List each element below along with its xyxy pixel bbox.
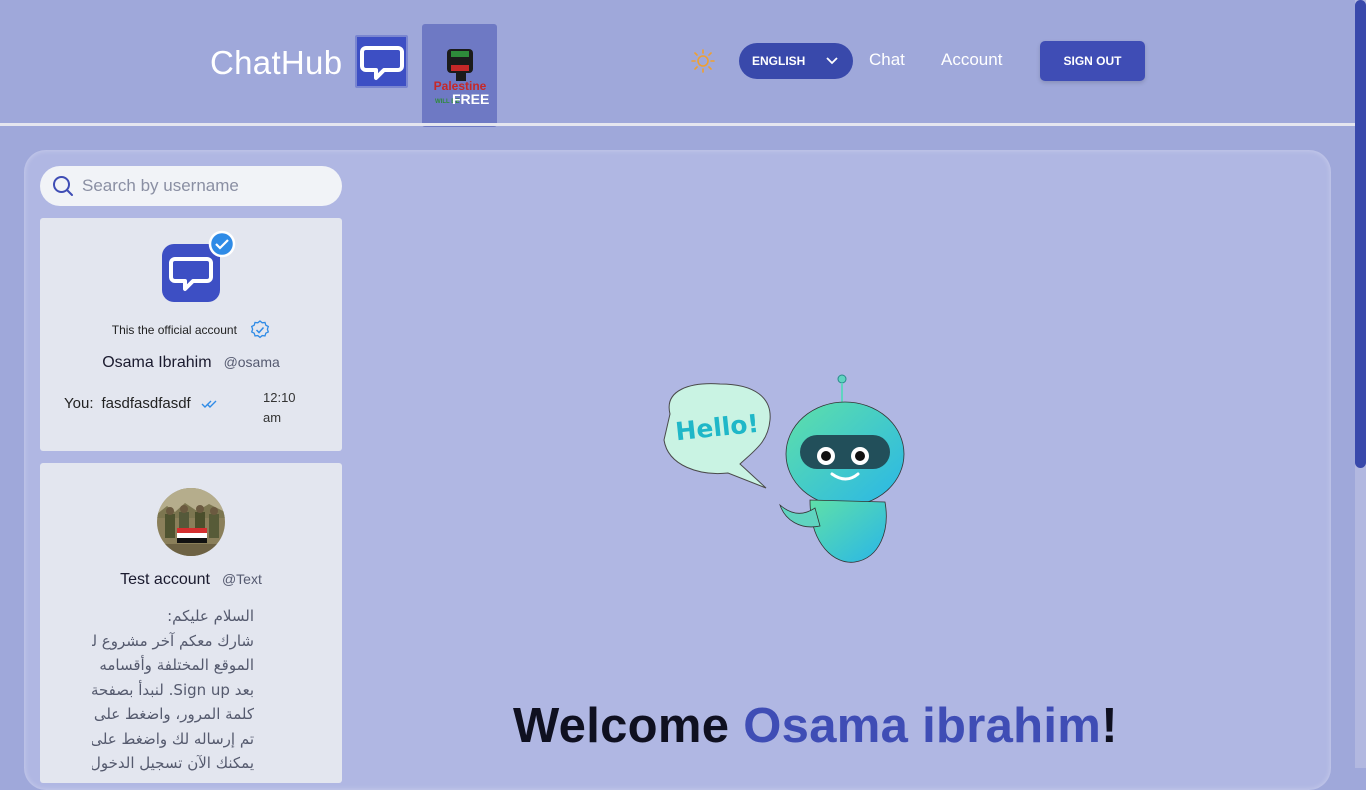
- chat-list-item[interactable]: Test account @Text السلام عليكم: شارك معك…: [40, 463, 342, 783]
- last-message-preview: السلام عليكم: شارك معكم آخر مشروع لي الم…: [92, 604, 254, 774]
- message-line: الموقع المختلفة وأقسامه: [99, 656, 254, 674]
- theme-toggle-sun-icon[interactable]: [690, 48, 716, 74]
- message-time: 12:10 am: [263, 390, 296, 425]
- welcome-prefix: Welcome: [513, 699, 744, 753]
- welcome-heading: Welcome Osama ibrahim!: [513, 698, 1118, 754]
- contact-name: Osama Ibrahim: [102, 354, 212, 371]
- avatar: [157, 488, 225, 556]
- welcome-user-name: Osama ibrahim: [743, 699, 1102, 753]
- verified-check-icon: [208, 230, 236, 258]
- last-message-row: You: fasdfasdfasdf: [64, 395, 219, 412]
- contact-username: @Text: [221, 571, 262, 587]
- page-scrollbar[interactable]: [1355, 0, 1366, 768]
- search-bar[interactable]: [40, 166, 342, 206]
- chat-list-item[interactable]: This the official account Osama Ibrahim @…: [40, 218, 342, 451]
- message-line: بعد Sign up. لنبدأ بصفحة: [92, 680, 254, 699]
- message-line: تم إرساله لك واضغط على: [92, 729, 254, 748]
- header: [0, 0, 1366, 124]
- contact-name-row: Osama Ibrahim @osama: [40, 354, 342, 372]
- double-check-icon: [201, 400, 217, 409]
- nav-chat-link[interactable]: Chat: [869, 50, 905, 70]
- fist-icon: Palestine WILL BE FREE: [433, 48, 489, 107]
- contact-name: Test account: [120, 571, 210, 588]
- message-line: شارك معكم آخر مشروع لي: [92, 631, 254, 650]
- logo-text[interactable]: ChatHub: [210, 44, 342, 82]
- nav-account-link[interactable]: Account: [941, 50, 1002, 70]
- last-message: fasdfasdfasdf: [101, 395, 191, 412]
- language-label: ENGLISH: [752, 54, 806, 68]
- message-line: يمكنك الآن تسجيل الدخول: [92, 754, 254, 772]
- chevron-down-icon: [826, 57, 838, 65]
- message-line: كلمة المرور، واضغط على: [93, 705, 254, 723]
- official-label: This the official account: [111, 323, 237, 337]
- verified-badge-icon: [251, 320, 270, 339]
- welcome-suffix: !: [1101, 699, 1118, 753]
- palestine-badge: Palestine WILL BE FREE: [422, 24, 497, 127]
- contact-name-row: Test account @Text: [40, 571, 342, 589]
- message-line: السلام عليكم:: [167, 607, 254, 625]
- hello-robot-illustration: Hello!: [663, 374, 905, 563]
- chathub-logo-icon: [169, 257, 213, 291]
- language-select[interactable]: ENGLISH: [739, 43, 853, 79]
- you-label: You:: [64, 395, 94, 412]
- sign-out-button[interactable]: SIGN OUT: [1040, 41, 1145, 81]
- scrollbar-thumb[interactable]: [1355, 0, 1366, 468]
- contact-username: @osama: [223, 354, 280, 370]
- header-divider: [0, 123, 1355, 126]
- svg-text:FREE: FREE: [452, 91, 489, 107]
- search-icon: [53, 176, 73, 196]
- search-input[interactable]: [80, 175, 334, 197]
- chathub-logo-icon[interactable]: [355, 35, 408, 88]
- official-account-note: This the official account: [40, 320, 342, 340]
